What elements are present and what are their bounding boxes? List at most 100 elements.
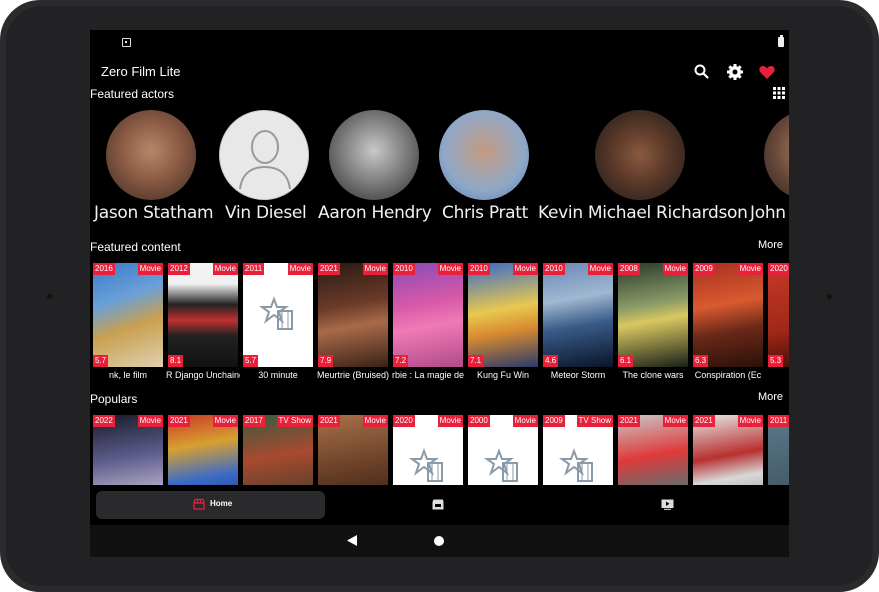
bottom-navigation: Home [90, 487, 789, 525]
default-avatar-icon [219, 110, 309, 200]
sensor-dot [827, 294, 832, 299]
content-card[interactable]: 2021 Movie [693, 415, 763, 485]
type-badge: Movie [512, 263, 538, 275]
rating-badge: 7.9 [318, 355, 334, 367]
populars-more-link[interactable]: More [758, 391, 783, 403]
grid-view-icon[interactable] [773, 87, 785, 99]
movies-icon[interactable] [432, 499, 444, 510]
type-badge: Movie [512, 415, 538, 427]
rating-badge: 5.7 [93, 355, 109, 367]
actor-card[interactable]: Kevin Michael Richardson [538, 110, 748, 223]
content-card[interactable]: 2021 Movie 7.9 [318, 263, 388, 367]
rating-badge: 6.1 [618, 355, 634, 367]
type-badge: Movie [212, 415, 238, 427]
home-store-icon [193, 498, 205, 510]
year-badge: 2010 [468, 263, 490, 275]
content-card[interactable]: 2016 Movie 5.7 [93, 263, 163, 367]
search-icon[interactable] [692, 62, 712, 82]
year-badge: 2022 [93, 415, 115, 427]
settings-icon[interactable] [725, 62, 745, 82]
year-badge: 2008 [618, 263, 640, 275]
actor-photo [106, 110, 196, 200]
placeholder-film-icon [408, 448, 443, 482]
content-card[interactable]: 2017 TV Show [243, 415, 313, 485]
sensor-dot [47, 294, 52, 299]
actor-card[interactable]: John [750, 110, 789, 223]
year-badge: 2009 [543, 415, 565, 427]
content-title: The clone wars [622, 370, 684, 380]
type-badge: Movie [662, 263, 688, 275]
content-card[interactable]: 2008 Movie 6.1 [618, 263, 688, 367]
home-circle-icon[interactable] [434, 536, 444, 546]
year-badge: 2021 [318, 263, 340, 275]
content-card[interactable]: 2010 Movie 7.2 [393, 263, 463, 367]
type-badge: TV Show [576, 415, 613, 427]
battery-icon [778, 35, 784, 47]
actor-card[interactable]: Chris Pratt [439, 110, 529, 223]
content-card[interactable]: 2021 Movie [318, 415, 388, 485]
rating-badge: 5.7 [243, 355, 259, 367]
featured-content-list: 2016 Movie 5.7 nk, le film 2012 Movie 8.1 R Dja… [90, 263, 789, 383]
placeholder-film-icon [558, 448, 593, 482]
content-title: 30 minute [258, 370, 298, 380]
type-badge: Movie [587, 263, 613, 275]
placeholder-film-icon [483, 448, 518, 482]
type-badge: Movie [437, 415, 463, 427]
year-badge: 2009 [693, 263, 715, 275]
notification-icon [122, 38, 131, 47]
populars-title: Populars [90, 392, 138, 406]
actor-photo [439, 110, 529, 200]
year-badge: 2010 [393, 263, 415, 275]
system-navigation-bar [90, 525, 789, 557]
actor-card[interactable]: Jason Statham [94, 110, 214, 223]
content-card[interactable]: 2011 Movie 5.7 [243, 263, 313, 367]
content-card[interactable]: 2022 Movie [93, 415, 163, 485]
year-badge: 2011 [243, 263, 265, 275]
content-title: Meurtrie (Bruised) [316, 370, 390, 380]
content-title: Kung Fu Win [476, 370, 530, 380]
content-card[interactable]: 2020Movie5.3 [768, 263, 789, 367]
back-icon[interactable] [346, 534, 358, 547]
featured-actors-list: Jason Statham Vin Diesel Aaron Hendry Ch… [90, 110, 789, 230]
type-badge: Movie [737, 263, 763, 275]
poster-image [93, 263, 163, 367]
rating-badge: 8.1 [168, 355, 184, 367]
placeholder-film-icon [258, 296, 293, 330]
type-badge: Movie [287, 263, 313, 275]
content-title: R Django Unchained [166, 370, 240, 380]
featured-content-more-link[interactable]: More [758, 239, 783, 251]
actor-name: John [750, 203, 786, 223]
featured-content-title: Featured content [90, 240, 181, 254]
type-badge: Movie [437, 263, 463, 275]
year-badge: 2000 [468, 415, 490, 427]
nav-home-button[interactable]: Home [96, 491, 325, 519]
year-badge: 2016 [93, 263, 115, 275]
status-bar [90, 30, 789, 54]
year-badge: 2020 [393, 415, 415, 427]
year-badge: 2011 [768, 415, 789, 427]
featured-actors-title: Featured actors [90, 87, 175, 101]
actor-card[interactable]: Aaron Hendry [318, 110, 432, 223]
poster-image [693, 263, 763, 367]
year-badge: 2021 [618, 415, 640, 427]
content-card[interactable]: 2012 Movie 8.1 [168, 263, 238, 367]
content-card[interactable]: 2000 Movie [468, 415, 538, 485]
actor-card[interactable]: Vin Diesel [219, 110, 309, 223]
content-card[interactable]: 2021 Movie [168, 415, 238, 485]
actor-photo [329, 110, 419, 200]
poster-image [468, 263, 538, 367]
content-card[interactable]: 2010 Movie 4.6 [543, 263, 613, 367]
content-card[interactable]: 2010 Movie 7.1 [468, 263, 538, 367]
content-title: B Pos [766, 370, 789, 380]
tv-show-icon[interactable] [661, 499, 674, 510]
poster-image [768, 263, 789, 367]
content-card[interactable]: 2011 [768, 415, 789, 485]
actor-photo [764, 110, 789, 200]
year-badge: 2010 [543, 263, 565, 275]
favorite-heart-icon[interactable] [757, 62, 777, 82]
content-card[interactable]: 2009 Movie 6.3 [693, 263, 763, 367]
content-card[interactable]: 2020 Movie [393, 415, 463, 485]
content-card[interactable]: 2021 Movie [618, 415, 688, 485]
populars-list: 2022 Movie 2021 Movie 2017 TV Show 2021 Movie 20… [90, 415, 789, 485]
content-card[interactable]: 2009 TV Show [543, 415, 613, 485]
